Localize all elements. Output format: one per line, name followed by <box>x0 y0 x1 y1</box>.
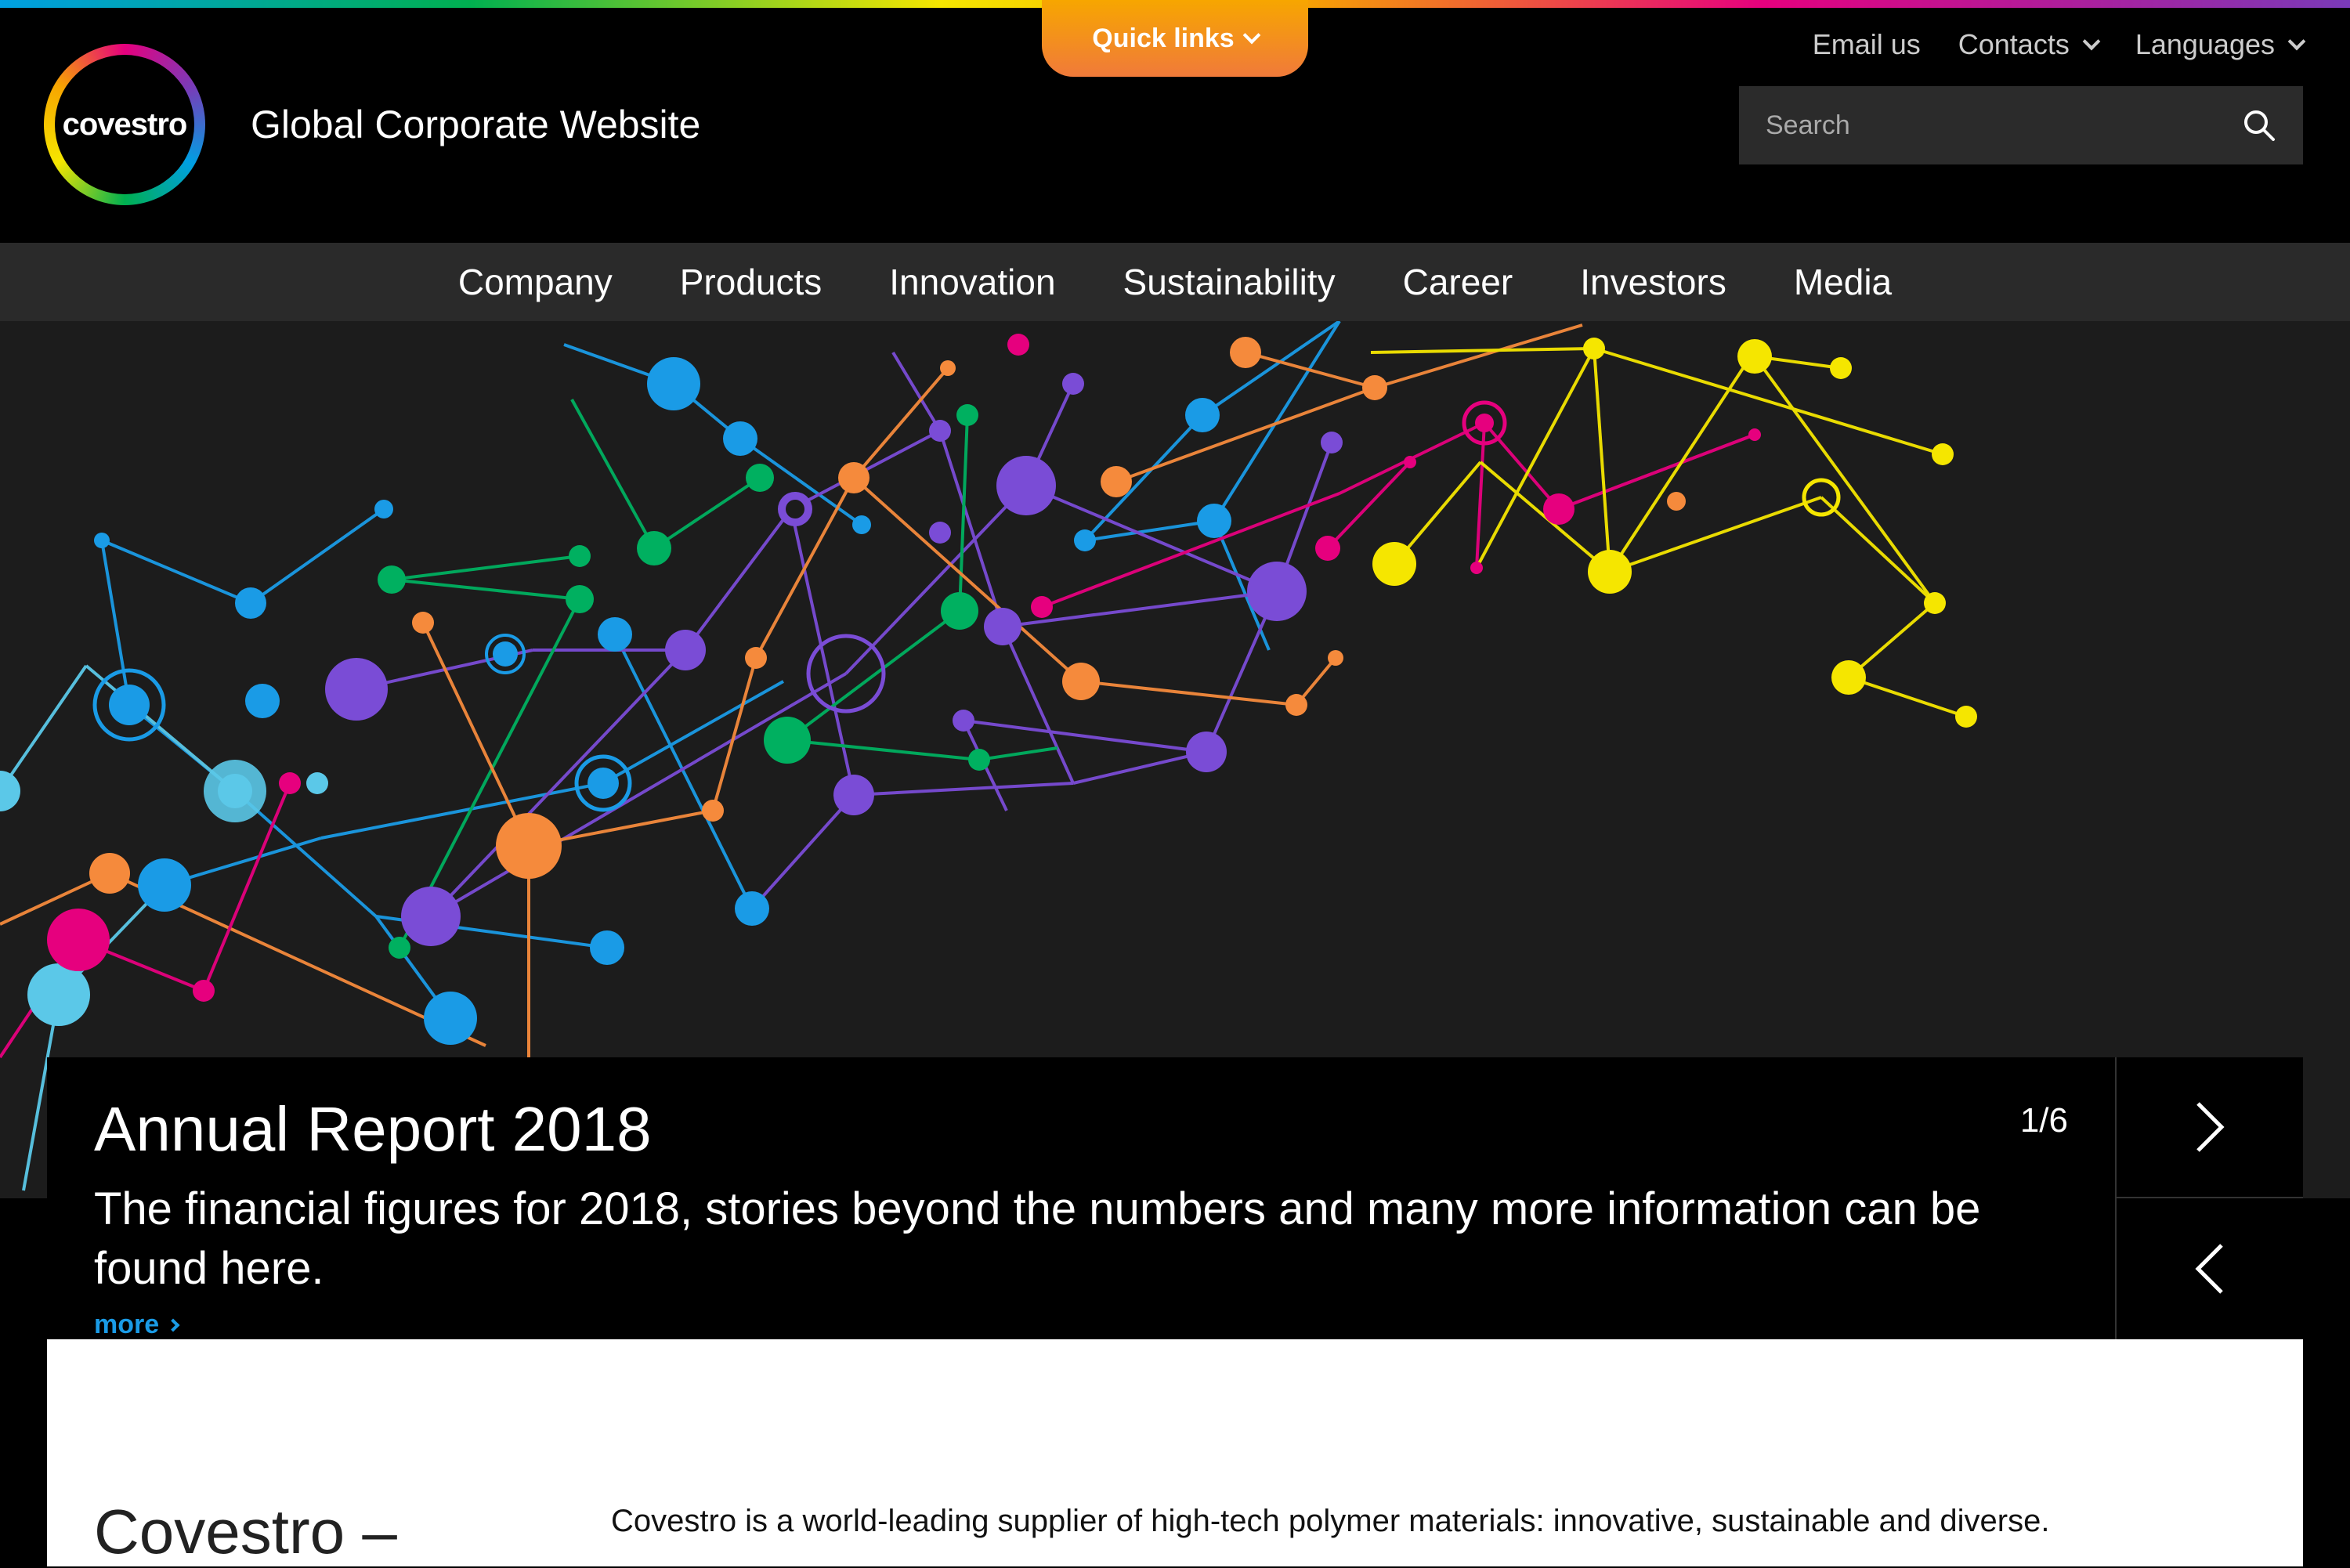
email-us-link[interactable]: Email us <box>1813 28 1921 61</box>
chevron-left-icon <box>2195 1244 2223 1294</box>
chevron-down-icon <box>1242 26 1261 45</box>
slider-prev-button[interactable] <box>2115 1198 2303 1339</box>
search-input[interactable] <box>1764 109 2240 142</box>
more-link[interactable]: more <box>94 1310 180 1340</box>
logo-text: covestro <box>62 107 188 142</box>
contacts-label: Contacts <box>1958 28 2070 60</box>
slide-counter: 1/6 <box>2019 1101 2068 1140</box>
chevron-right-icon <box>2196 1102 2225 1152</box>
nav-item-sustainability[interactable]: Sustainability <box>1123 261 1336 303</box>
intro-section: Covestro – Covestro is a world-leading s… <box>47 1339 2303 1566</box>
languages-dropdown[interactable]: Languages <box>2135 28 2306 61</box>
utility-nav: Email us Contacts Languages <box>1813 28 2306 61</box>
intro-text: Covestro is a world-leading supplier of … <box>611 1504 2050 1538</box>
nav-item-career[interactable]: Career <box>1403 261 1513 303</box>
languages-label: Languages <box>2135 28 2275 60</box>
slide-description: The financial figures for 2018, stories … <box>94 1183 1981 1294</box>
intro-heading: Covestro – <box>94 1497 397 1566</box>
nav-item-products[interactable]: Products <box>680 261 822 303</box>
covestro-logo[interactable]: covestro <box>44 44 205 205</box>
chevron-right-icon <box>166 1318 180 1331</box>
main-nav: Company Products Innovation Sustainabili… <box>0 243 2350 321</box>
nav-item-innovation[interactable]: Innovation <box>889 261 1055 303</box>
nav-item-company[interactable]: Company <box>458 261 613 303</box>
site-title[interactable]: Global Corporate Website <box>251 102 700 147</box>
slide-caption: Annual Report 2018 The financial figures… <box>47 1057 2115 1339</box>
search-icon[interactable] <box>2240 107 2278 144</box>
chevron-down-icon <box>2287 32 2306 51</box>
email-us-label: Email us <box>1812 28 1921 60</box>
chevron-down-icon <box>2082 32 2101 51</box>
logo-inner: covestro <box>55 55 194 194</box>
quick-links-label: Quick links <box>1092 23 1235 53</box>
nav-item-investors[interactable]: Investors <box>1580 261 1726 303</box>
quick-links-tab[interactable]: Quick links <box>1042 0 1308 77</box>
contacts-dropdown[interactable]: Contacts <box>1958 28 2101 61</box>
search-box <box>1739 86 2303 164</box>
slide-title: Annual Report 2018 <box>94 1094 652 1164</box>
nav-item-media[interactable]: Media <box>1794 261 1892 303</box>
more-label: more <box>94 1310 160 1339</box>
slider-next-button[interactable] <box>2115 1057 2303 1198</box>
